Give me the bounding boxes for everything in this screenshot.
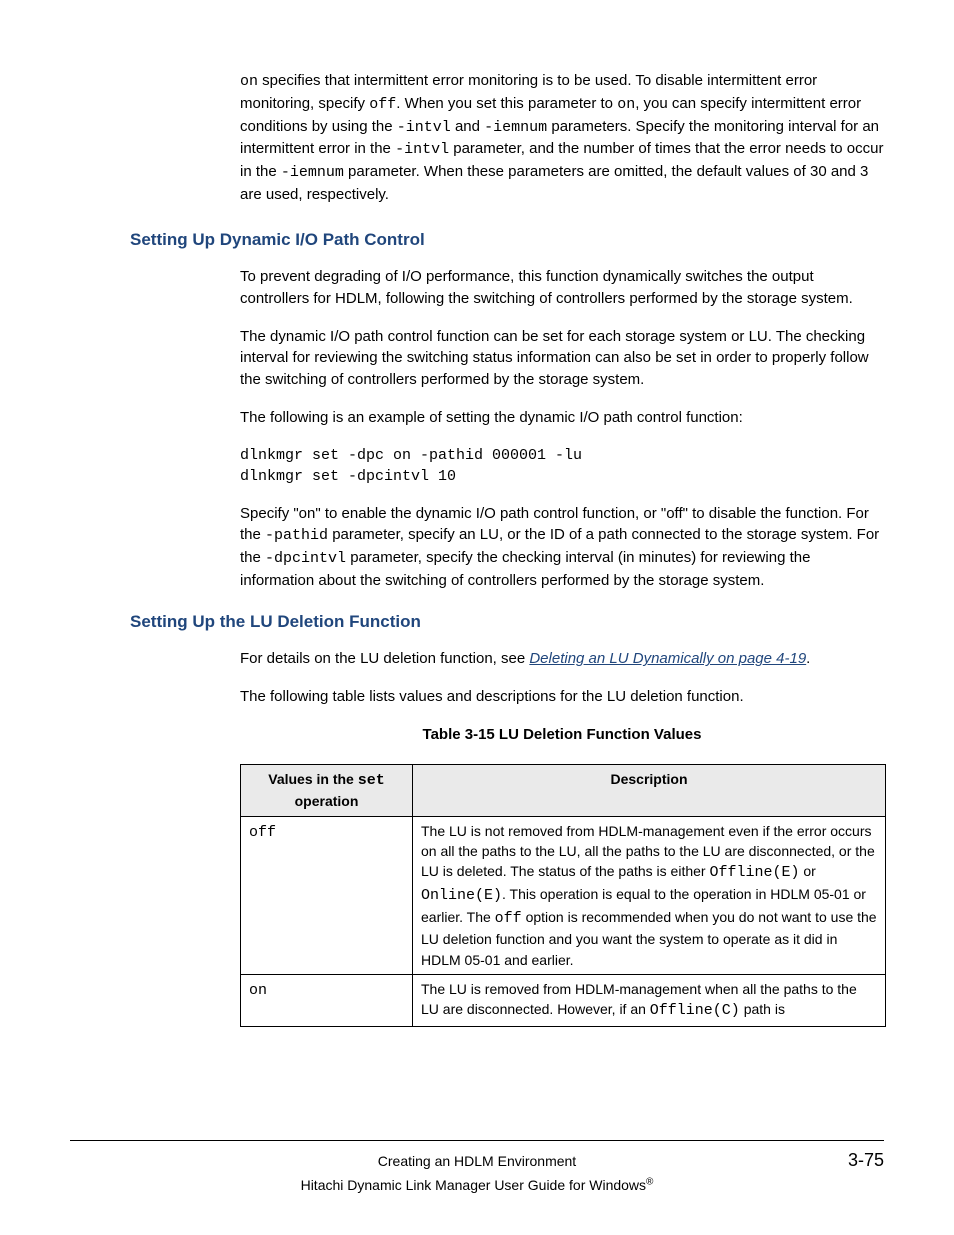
heading-dynamic-io: Setting Up Dynamic I/O Path Control	[130, 228, 884, 253]
table-header-row: Values in the set operation Description	[241, 764, 886, 816]
footer-page-number: 3-75	[824, 1147, 884, 1173]
table-cell-description: The LU is removed from HDLM-management w…	[413, 975, 886, 1027]
body-text: For details on the LU deletion function,…	[240, 650, 529, 667]
heading-lu-deletion: Setting Up the LU Deletion Function	[130, 610, 884, 635]
table-cell-value: on	[241, 975, 413, 1027]
footer-chapter-title: Creating an HDLM Environment	[130, 1151, 824, 1171]
body-text: .	[806, 650, 810, 667]
intro-paragraph: on specifies that intermittent error mon…	[240, 70, 884, 206]
code-literal: -intvl	[397, 119, 451, 136]
lu-deletion-table: Values in the set operation Description …	[240, 764, 886, 1028]
cross-reference-link[interactable]: Deleting an LU Dynamically on page 4-19	[529, 650, 806, 667]
table-row: on The LU is removed from HDLM-managemen…	[241, 975, 886, 1027]
table-cell-value: off	[241, 816, 413, 974]
code-literal: -pathid	[265, 527, 328, 544]
code-literal: off	[369, 96, 396, 113]
code-block: dlnkmgr set -dpc on -pathid 000001 -lu d…	[240, 445, 884, 487]
code-literal: on	[240, 73, 258, 90]
code-literal: -dpcintvl	[265, 550, 346, 567]
section-lu-content: For details on the LU deletion function,…	[240, 648, 884, 745]
body-text: The dynamic I/O path control function ca…	[240, 326, 884, 391]
body-text: The following table lists values and des…	[240, 686, 884, 708]
table-cell-description: The LU is not removed from HDLM-manageme…	[413, 816, 886, 974]
code-literal: on	[617, 96, 635, 113]
table-row: off The LU is not removed from HDLM-mana…	[241, 816, 886, 974]
table-header-values: Values in the set operation	[241, 764, 413, 816]
footer-book-title: Hitachi Dynamic Link Manager User Guide …	[70, 1175, 884, 1195]
code-literal: -iemnum	[281, 164, 344, 181]
body-text: . When you set this parameter to	[396, 95, 617, 112]
body-text: and	[451, 118, 484, 135]
page-footer: Creating an HDLM Environment 3-75 Hitach…	[70, 1140, 884, 1195]
table-header-description: Description	[413, 764, 886, 816]
section-dynamic-content: To prevent degrading of I/O performance,…	[240, 266, 884, 592]
code-literal: -iemnum	[484, 119, 547, 136]
registered-mark: ®	[646, 1176, 653, 1187]
document-page: on specifies that intermittent error mon…	[0, 0, 954, 1235]
table-caption: Table 3-15 LU Deletion Function Values	[240, 724, 884, 746]
footer-rule	[70, 1140, 884, 1141]
body-text: The following is an example of setting t…	[240, 407, 884, 429]
body-text: To prevent degrading of I/O performance,…	[240, 266, 884, 310]
code-literal: -intvl	[395, 141, 449, 158]
